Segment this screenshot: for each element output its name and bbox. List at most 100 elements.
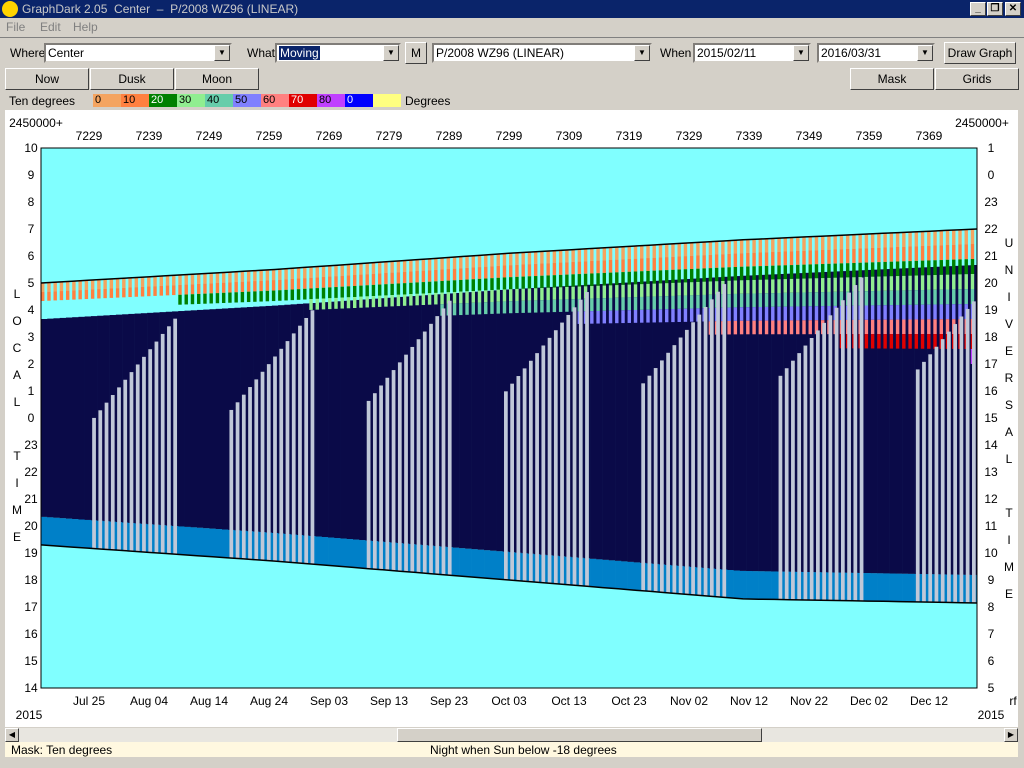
legend-swatch [373, 94, 401, 107]
twilight-segment [340, 538, 348, 567]
altitude-band [165, 285, 170, 296]
altitude-band [484, 266, 488, 279]
menu-help[interactable]: Help [73, 20, 98, 34]
minimize-button[interactable]: _ [970, 2, 986, 16]
altitude-band [895, 232, 900, 247]
moonlight-stripe [672, 345, 677, 594]
date-tick-label: Aug 04 [130, 694, 168, 708]
local-time-tick: 15 [24, 654, 38, 668]
altitude-band [902, 290, 906, 305]
altitude-band [914, 231, 919, 247]
altitude-band [833, 263, 837, 278]
moonlight-stripe [160, 333, 165, 554]
restore-button[interactable]: ❐ [987, 2, 1003, 16]
altitude-band [552, 250, 557, 263]
moonlight-stripe [291, 333, 296, 563]
scroll-left-icon[interactable]: ◀ [5, 728, 19, 742]
altitude-band [546, 263, 550, 276]
mask-button[interactable]: Mask [850, 68, 934, 90]
altitude-band [689, 282, 694, 296]
altitude-band [546, 250, 550, 264]
where-select[interactable]: Center ▼ [44, 43, 232, 63]
moonlight-stripe [154, 341, 159, 553]
altitude-band [452, 268, 457, 281]
altitude-band [540, 263, 544, 276]
altitude-band [221, 282, 226, 293]
chevron-down-icon[interactable]: ▼ [793, 45, 809, 61]
altitude-band [377, 295, 382, 307]
scroll-thumb[interactable] [397, 728, 762, 742]
altitude-band [864, 233, 869, 249]
altitude-band [883, 276, 887, 291]
moon-button[interactable]: Moon [175, 68, 259, 90]
start-date-select[interactable]: 2015/02/11 ▼ [693, 43, 811, 63]
altitude-band [540, 287, 544, 301]
altitude-band [933, 319, 937, 335]
altitude-band [689, 255, 694, 269]
universal-time-tick: 0 [988, 168, 995, 182]
night-segment [190, 310, 198, 528]
altitude-band [764, 252, 769, 266]
chevron-down-icon[interactable]: ▼ [634, 45, 650, 61]
altitude-band [902, 232, 906, 247]
altitude-band [870, 276, 875, 292]
object-value: P/2008 WZ96 (LINEAR) [436, 46, 565, 60]
date-tick-label: Sep 03 [310, 694, 348, 708]
m-button[interactable]: M [405, 42, 427, 64]
altitude-band [964, 244, 968, 260]
altitude-band [902, 319, 906, 335]
altitude-band [134, 277, 139, 288]
altitude-band [902, 261, 906, 276]
night-segment [184, 310, 192, 527]
altitude-band [665, 270, 669, 284]
altitude-band [927, 319, 931, 335]
chevron-down-icon[interactable]: ▼ [383, 45, 399, 61]
object-select[interactable]: P/2008 WZ96 (LINEAR) ▼ [432, 43, 652, 63]
jd-tick-label: 7289 [436, 129, 463, 143]
altitude-band [602, 272, 607, 286]
grids-button[interactable]: Grids [935, 68, 1019, 90]
altitude-band [646, 258, 650, 271]
altitude-band [590, 298, 594, 312]
date-tick-label: Dec 02 [850, 694, 888, 708]
twilight-segment [477, 549, 485, 578]
altitude-band [309, 299, 313, 310]
altitude-band [359, 285, 363, 297]
jd-prefix-left: 2450000+ [9, 116, 63, 130]
local-time-tick: 5 [28, 276, 35, 290]
legend-swatch: 80 [317, 94, 345, 107]
universal-time-letter: M [1004, 560, 1014, 574]
what-select[interactable]: Moving ▼ [275, 43, 401, 63]
chevron-down-icon[interactable]: ▼ [917, 45, 933, 61]
now-button[interactable]: Now [5, 68, 89, 90]
altitude-band [521, 300, 525, 313]
menu-file[interactable]: File [6, 20, 25, 34]
altitude-band [877, 247, 881, 263]
altitude-band [914, 304, 919, 320]
altitude-band [377, 262, 382, 274]
night-segment [490, 290, 497, 551]
chevron-down-icon[interactable]: ▼ [214, 45, 230, 61]
twilight-segment [590, 558, 597, 587]
end-date-select[interactable]: 2016/03/31 ▼ [817, 43, 935, 63]
local-time-tick: 17 [24, 600, 38, 614]
altitude-band [565, 249, 569, 263]
altitude-band [477, 278, 482, 291]
altitude-band [165, 275, 170, 286]
altitude-band [234, 292, 238, 303]
twilight-segment [203, 528, 210, 557]
altitude-band [365, 263, 369, 275]
scroll-right-icon[interactable]: ▶ [1004, 728, 1018, 742]
dusk-button[interactable]: Dusk [90, 68, 174, 90]
altitude-band [739, 307, 744, 321]
close-button[interactable]: ✕ [1005, 2, 1021, 16]
altitude-band [814, 306, 819, 321]
draw-graph-button[interactable]: Draw Graph [944, 42, 1016, 64]
twilight-segment [59, 518, 67, 547]
altitude-band [215, 293, 220, 304]
altitude-band [415, 271, 419, 283]
menu-edit[interactable]: Edit [40, 20, 61, 34]
night-segment [78, 316, 85, 520]
altitude-band [90, 289, 95, 299]
horizontal-scrollbar[interactable]: ◀ ▶ [5, 728, 1018, 742]
